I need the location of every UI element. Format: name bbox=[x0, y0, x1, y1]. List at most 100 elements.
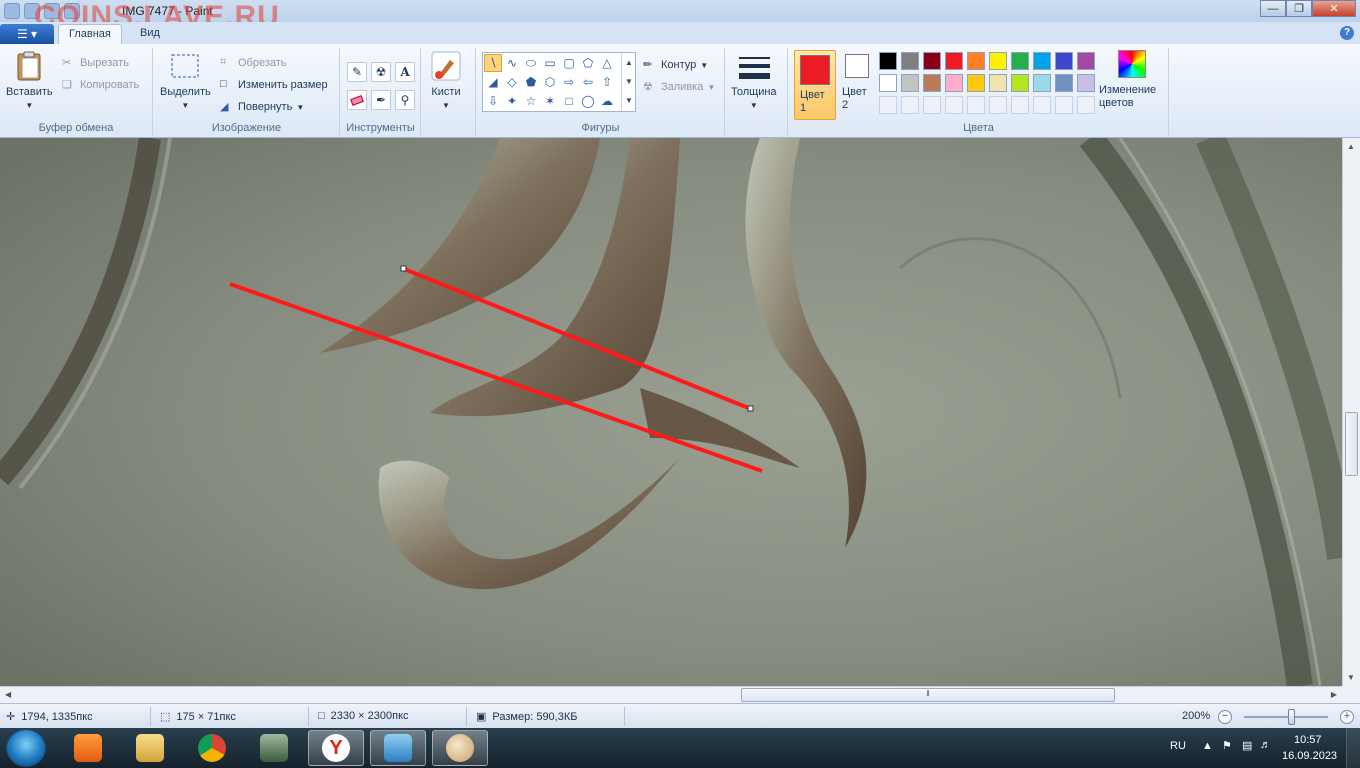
palette-swatch[interactable] bbox=[879, 52, 897, 70]
brushes-button[interactable]: Кисти ▼ bbox=[430, 50, 462, 112]
select-button[interactable]: Выделить ▼ bbox=[160, 50, 211, 112]
taskbar-photo-viewer[interactable] bbox=[370, 730, 426, 766]
palette-empty-swatch[interactable] bbox=[945, 96, 963, 114]
palette-empty-swatch[interactable] bbox=[967, 96, 985, 114]
palette-swatch[interactable] bbox=[967, 74, 985, 92]
palette-swatch[interactable] bbox=[1011, 52, 1029, 70]
palette-swatch[interactable] bbox=[1033, 74, 1051, 92]
file-menu-button[interactable]: ☰ ▾ bbox=[0, 24, 54, 44]
right-triangle-shape-icon[interactable]: ◢ bbox=[484, 73, 502, 91]
palette-swatch[interactable] bbox=[1011, 74, 1029, 92]
callout-rect-shape-icon[interactable]: □ bbox=[560, 92, 578, 110]
fill-button[interactable]: ☢ Заливка ▼ bbox=[643, 78, 715, 96]
taskbar-paint[interactable] bbox=[432, 730, 488, 766]
taskbar-chrome[interactable] bbox=[184, 730, 240, 766]
copy-button[interactable]: ❏ Копировать bbox=[62, 76, 139, 94]
palette-swatch[interactable] bbox=[901, 74, 919, 92]
volume-icon[interactable]: ♬ bbox=[1260, 739, 1271, 751]
palette-swatch[interactable] bbox=[1055, 74, 1073, 92]
rotate-button[interactable]: ◢ Повернуть ▼ bbox=[220, 98, 304, 116]
drawing-canvas[interactable] bbox=[0, 138, 1342, 686]
pentagon-shape-icon[interactable]: ⬟ bbox=[522, 73, 540, 91]
color1-button[interactable]: Цвет 1 bbox=[794, 50, 836, 120]
shapes-gallery-scroll[interactable]: ▲ ▼ ▼ bbox=[621, 53, 636, 111]
callout-cloud-shape-icon[interactable]: ☁ bbox=[598, 92, 616, 110]
palette-empty-swatch[interactable] bbox=[1011, 96, 1029, 114]
palette-swatch[interactable] bbox=[989, 74, 1007, 92]
action-center-icon[interactable]: ⚑ bbox=[1222, 739, 1232, 752]
palette-swatch[interactable] bbox=[923, 52, 941, 70]
color2-button[interactable]: Цвет 2 bbox=[841, 54, 873, 112]
zoom-slider-track[interactable] bbox=[1244, 716, 1328, 718]
eraser-icon[interactable] bbox=[347, 90, 367, 110]
pencil-icon[interactable]: ✎ bbox=[347, 62, 367, 82]
palette-swatch[interactable] bbox=[1077, 74, 1095, 92]
taskbar-task-manager[interactable] bbox=[246, 730, 302, 766]
polygon-shape-icon[interactable]: ⬠ bbox=[579, 54, 597, 72]
clock-time[interactable]: 10:57 bbox=[1294, 734, 1322, 746]
scroll-left-icon[interactable]: ◀ bbox=[5, 690, 11, 699]
outline-button[interactable]: ✏ Контур ▼ bbox=[643, 56, 708, 74]
star6-shape-icon[interactable]: ✶ bbox=[541, 92, 559, 110]
curve-shape-icon[interactable]: ∿ bbox=[503, 54, 521, 72]
palette-swatch[interactable] bbox=[923, 74, 941, 92]
palette-swatch[interactable] bbox=[1055, 52, 1073, 70]
arrow-down-shape-icon[interactable]: ⇩ bbox=[484, 92, 502, 110]
text-tool-icon[interactable]: A bbox=[395, 62, 415, 82]
oval-shape-icon[interactable]: ⬭ bbox=[522, 54, 540, 72]
line-handle-start[interactable] bbox=[400, 265, 407, 272]
palette-swatch[interactable] bbox=[879, 74, 897, 92]
palette-swatch[interactable] bbox=[945, 52, 963, 70]
taskbar-media-player[interactable] bbox=[60, 730, 116, 766]
vertical-scroll-thumb[interactable] bbox=[1345, 412, 1358, 476]
line-handle-end[interactable] bbox=[747, 405, 754, 412]
palette-empty-swatch[interactable] bbox=[901, 96, 919, 114]
magnifier-icon[interactable]: ⚲ bbox=[395, 90, 415, 110]
edit-colors-button[interactable]: Изменение цветов bbox=[1099, 50, 1165, 110]
palette-empty-swatch[interactable] bbox=[1033, 96, 1051, 114]
callout-oval-shape-icon[interactable]: ◯ bbox=[579, 92, 597, 110]
tab-view[interactable]: Вид bbox=[130, 24, 170, 44]
diamond-shape-icon[interactable]: ◇ bbox=[503, 73, 521, 91]
minimize-button[interactable]: — bbox=[1260, 0, 1286, 17]
palette-swatch[interactable] bbox=[945, 74, 963, 92]
triangle-shape-icon[interactable]: △ bbox=[598, 54, 616, 72]
vertical-scrollbar[interactable]: ▲ ▼ bbox=[1342, 138, 1360, 686]
line-shape-icon[interactable]: ∖ bbox=[484, 54, 502, 72]
zoom-slider-thumb[interactable] bbox=[1288, 709, 1295, 725]
palette-swatch[interactable] bbox=[1077, 52, 1095, 70]
scroll-up-icon[interactable]: ▲ bbox=[1347, 142, 1355, 151]
star4-shape-icon[interactable]: ✦ bbox=[503, 92, 521, 110]
tray-expand-icon[interactable]: ▲ bbox=[1202, 740, 1213, 752]
horizontal-scrollbar[interactable]: ◀ ‖ ▶ bbox=[0, 686, 1342, 703]
paint-app-icon[interactable] bbox=[4, 3, 20, 19]
palette-swatch[interactable] bbox=[967, 52, 985, 70]
zoom-in-button[interactable]: + bbox=[1340, 710, 1354, 724]
arrow-left-shape-icon[interactable]: ⇦ bbox=[579, 73, 597, 91]
rounded-rectangle-shape-icon[interactable]: ▢ bbox=[560, 54, 578, 72]
paste-button[interactable]: Вставить ▼ bbox=[6, 50, 53, 112]
start-button[interactable] bbox=[6, 729, 46, 767]
scroll-down-icon[interactable]: ▼ bbox=[1347, 673, 1355, 682]
arrow-up-shape-icon[interactable]: ⇧ bbox=[598, 73, 616, 91]
resize-button[interactable]: □ Изменить размер bbox=[220, 76, 328, 94]
palette-swatch[interactable] bbox=[989, 52, 1007, 70]
zoom-out-button[interactable]: − bbox=[1218, 710, 1232, 724]
palette-empty-swatch[interactable] bbox=[1077, 96, 1095, 114]
tab-home[interactable]: Главная bbox=[58, 24, 122, 44]
fill-bucket-icon[interactable]: ☢ bbox=[371, 62, 391, 82]
show-desktop-button[interactable] bbox=[1346, 728, 1360, 768]
palette-swatch[interactable] bbox=[901, 52, 919, 70]
taskbar-explorer[interactable] bbox=[122, 730, 178, 766]
hexagon-shape-icon[interactable]: ⬡ bbox=[541, 73, 559, 91]
palette-swatch[interactable] bbox=[1033, 52, 1051, 70]
help-icon[interactable]: ? bbox=[1340, 26, 1354, 40]
palette-empty-swatch[interactable] bbox=[989, 96, 1007, 114]
language-indicator[interactable]: RU bbox=[1170, 740, 1186, 752]
arrow-right-shape-icon[interactable]: ⇨ bbox=[560, 73, 578, 91]
scroll-right-icon[interactable]: ▶ bbox=[1331, 690, 1337, 699]
palette-empty-swatch[interactable] bbox=[923, 96, 941, 114]
close-button[interactable]: ✕ bbox=[1312, 0, 1356, 17]
horizontal-scroll-thumb[interactable]: ‖ bbox=[741, 688, 1115, 702]
star5-shape-icon[interactable]: ☆ bbox=[522, 92, 540, 110]
